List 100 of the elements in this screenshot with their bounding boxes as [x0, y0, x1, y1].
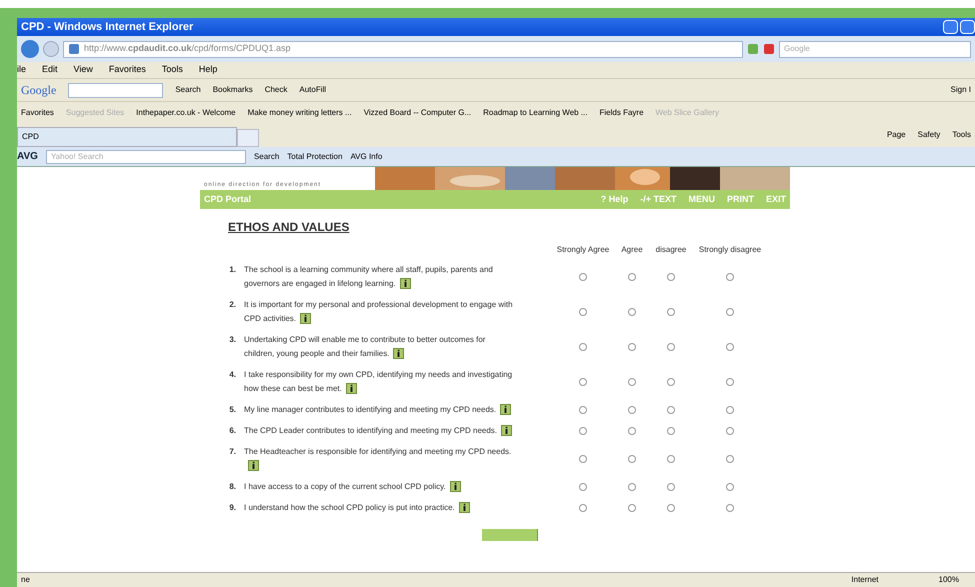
address-field[interactable]: http://www.cpdaudit.co.uk/cpd/forms/CPDUQ1.asp	[63, 40, 743, 58]
info-icon[interactable]	[500, 404, 512, 416]
window-title: CPD - Windows Internet Explorer	[21, 20, 194, 35]
info-icon[interactable]	[450, 481, 461, 492]
portal-title: CPD Portal	[204, 192, 252, 206]
question-number: 9.	[228, 502, 237, 514]
toolbar-button[interactable]: Bookmarks	[212, 84, 253, 96]
question-number: 4.	[228, 369, 237, 381]
url-text: http://www.cpdaudit.co.uk/cpd/forms/CPDUQ1.asp	[84, 42, 291, 56]
radio-button[interactable]	[579, 483, 587, 491]
radio-button[interactable]	[579, 378, 587, 386]
command-button[interactable]: Page	[886, 129, 906, 141]
zone-label: Internet	[851, 574, 879, 586]
radio-button[interactable]	[667, 343, 675, 351]
toolbar-button[interactable]: Check	[264, 84, 288, 96]
radio-button[interactable]	[579, 427, 587, 435]
radio-button[interactable]	[628, 343, 636, 351]
radio-button[interactable]	[628, 427, 636, 435]
question-number: 3.	[228, 334, 237, 346]
info-icon[interactable]	[393, 348, 404, 360]
sign-in-button[interactable]: Sign I	[950, 84, 971, 96]
menu-item[interactable]: Tools	[162, 63, 183, 77]
toolbar-button[interactable]: AVG Info	[350, 150, 382, 162]
favorites-button[interactable]: Favorites	[21, 106, 54, 118]
radio-button[interactable]	[628, 378, 636, 386]
radio-button[interactable]	[726, 483, 734, 491]
radio-button[interactable]	[628, 308, 636, 316]
radio-button[interactable]	[726, 343, 734, 351]
question-number: 8.	[228, 481, 237, 493]
radio-button[interactable]	[579, 504, 587, 512]
toolbar-button[interactable]: AutoFill	[299, 84, 326, 96]
question-text: I have access to a copy of the current school CPD policy.	[244, 480, 554, 494]
radio-button[interactable]	[628, 406, 636, 414]
radio-button[interactable]	[726, 504, 734, 512]
info-icon[interactable]	[346, 383, 357, 394]
minimize-button[interactable]	[943, 20, 958, 34]
radio-button[interactable]	[667, 378, 675, 386]
radio-button[interactable]	[726, 455, 734, 463]
toolbar-button[interactable]: Search	[175, 84, 201, 96]
info-icon[interactable]	[248, 460, 259, 472]
avg-logo: AVG	[17, 150, 38, 164]
radio-button[interactable]	[726, 427, 734, 435]
menu-item[interactable]: ile	[17, 63, 26, 77]
google-search-field[interactable]	[68, 82, 164, 98]
favorite-link[interactable]: Make money writing letters ...	[248, 106, 352, 118]
question-text: The school is a learning community where all staff, pupils, parents and governors are engaged in lifelong learning.	[244, 264, 494, 291]
info-icon[interactable]	[300, 313, 312, 324]
restore-button[interactable]	[960, 20, 975, 34]
info-icon[interactable]	[458, 502, 470, 514]
info-icon[interactable]	[400, 278, 411, 290]
status-text: ne	[21, 574, 30, 586]
radio-button[interactable]	[667, 273, 675, 281]
info-icon[interactable]	[501, 425, 512, 436]
question-number: 2.	[228, 299, 237, 311]
question-text: I understand how the school CPD policy is put into practice.	[244, 501, 554, 515]
radio-button[interactable]	[579, 455, 587, 463]
command-button[interactable]: Tools	[952, 129, 971, 141]
column-header: Strongly Agree	[556, 245, 610, 255]
radio-button[interactable]	[726, 308, 734, 316]
radio-button[interactable]	[667, 308, 675, 316]
toolbar-button[interactable]: Total Protection	[287, 150, 342, 162]
radio-button[interactable]	[667, 455, 675, 463]
radio-button[interactable]	[667, 406, 675, 414]
radio-button[interactable]	[667, 427, 675, 435]
favorite-link[interactable]: Inthepaper.co.uk - Welcome	[136, 106, 236, 118]
radio-button[interactable]	[628, 273, 636, 281]
question-number: 7.	[228, 446, 237, 458]
radio-button[interactable]	[579, 406, 587, 414]
radio-button[interactable]	[579, 273, 587, 281]
question-text: My line manager contributes to identifying and meeting my CPD needs.	[244, 403, 554, 417]
radio-button[interactable]	[628, 504, 636, 512]
radio-button[interactable]	[628, 455, 636, 463]
back-button[interactable]	[21, 40, 39, 58]
radio-button[interactable]	[726, 406, 734, 414]
question-text: I take responsibility for my own CPD, identifying my needs and investigating how these can best be met.	[244, 369, 514, 396]
favorite-link[interactable]: Roadmap to Learning Web ...	[483, 106, 588, 118]
new-tab-button[interactable]	[237, 129, 259, 147]
favorite-link[interactable]: Fields Fayre	[600, 106, 644, 118]
radio-button[interactable]	[726, 378, 734, 386]
forward-button[interactable]	[43, 41, 59, 57]
google-logo: Google	[21, 82, 56, 99]
radio-button[interactable]	[579, 343, 587, 351]
toolbar-button[interactable]: Search	[254, 150, 280, 162]
menu-item[interactable]: Help	[198, 63, 218, 77]
radio-button[interactable]	[667, 504, 675, 512]
radio-button[interactable]	[628, 483, 636, 491]
browser-tab[interactable]: CPD	[17, 127, 237, 147]
question-number: 1.	[228, 264, 237, 276]
question-text: Undertaking CPD will enable me to contribute to better outcomes for children, young people and their families.	[244, 334, 486, 361]
zoom-level[interactable]: 100%	[938, 574, 959, 586]
question-text: The Headteacher is responsible for identifying and meeting my CPD needs.	[244, 445, 554, 473]
favorite-link[interactable]: Vizzed Board -- Computer G...	[364, 106, 472, 118]
radio-button[interactable]	[726, 273, 734, 281]
radio-button[interactable]	[579, 308, 587, 316]
menu-item[interactable]: View	[74, 63, 93, 77]
question-text: It is important for my personal and professional development to engage with CPD activities.	[244, 299, 514, 326]
command-button[interactable]: Safety	[918, 129, 940, 141]
menu-item[interactable]: Edit	[42, 63, 58, 77]
radio-button[interactable]	[667, 483, 675, 491]
menu-item[interactable]: Favorites	[108, 63, 146, 77]
